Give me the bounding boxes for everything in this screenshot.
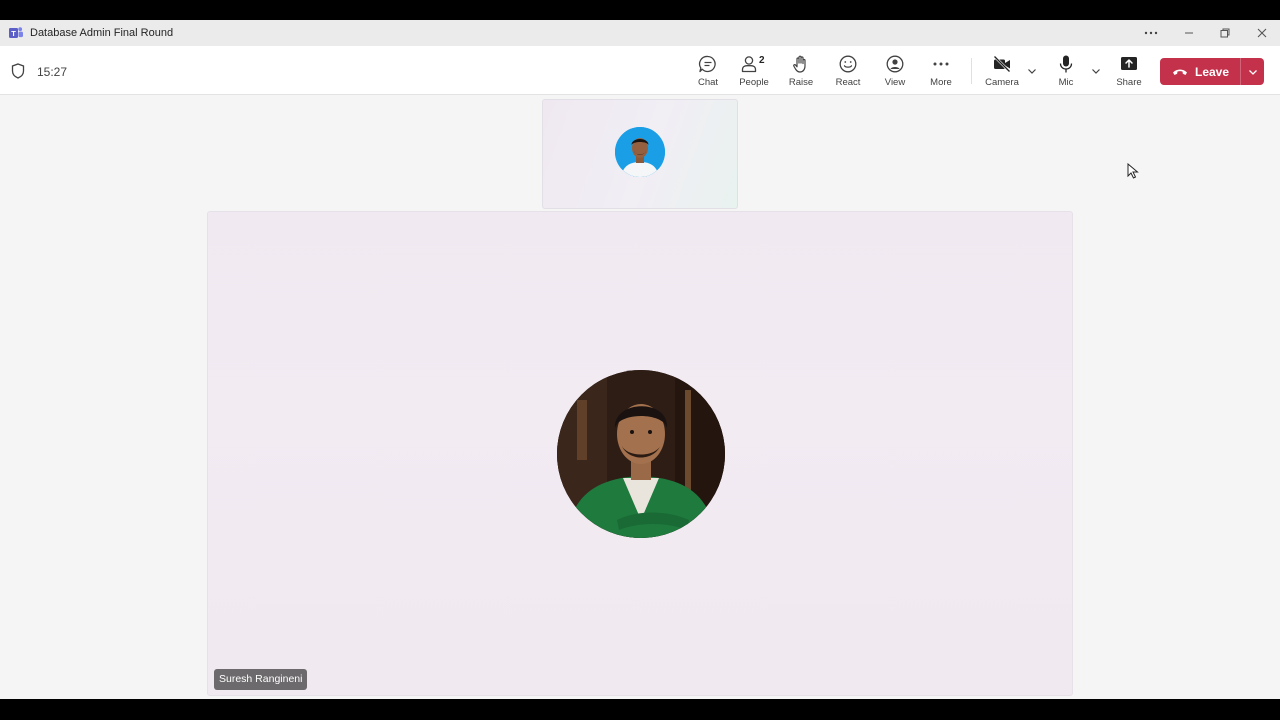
profile-photo-image	[557, 370, 725, 538]
chat-label: Chat	[697, 77, 719, 88]
react-label: React	[835, 77, 861, 88]
meeting-timer: 15:27	[37, 65, 68, 79]
meeting-toolbar: 15:27 Chat 2 People Raise React View Mor…	[0, 46, 1280, 95]
chat-button[interactable]: Chat	[686, 54, 730, 90]
ellipsis-icon	[1144, 31, 1158, 35]
window-title: Database Admin Final Round	[30, 27, 174, 39]
participant-name-tag: Suresh Rangineni	[214, 669, 308, 690]
close-window-button[interactable]	[1244, 20, 1280, 46]
more-button[interactable]: More	[919, 54, 963, 90]
share-label: Share	[1116, 77, 1142, 88]
mic-toggle-button[interactable]: Mic	[1044, 54, 1088, 90]
toolbar-divider	[971, 58, 972, 84]
leave-button[interactable]: Leave	[1160, 58, 1264, 85]
people-count-badge: 2	[759, 55, 765, 66]
minimize-button[interactable]	[1171, 20, 1207, 46]
leave-label: Leave	[1195, 64, 1230, 79]
shield-icon	[11, 63, 25, 79]
leave-options-button[interactable]	[1241, 66, 1264, 78]
camera-label: Camera	[985, 77, 1019, 88]
participant-avatar-main	[557, 370, 725, 538]
participant-tile-small[interactable]	[542, 99, 738, 209]
profile-photo-image	[615, 127, 665, 177]
hang-up-phone-icon	[1173, 69, 1187, 75]
share-screen-icon	[1121, 57, 1137, 70]
raise-hand-button[interactable]: Raise	[779, 54, 823, 90]
chat-icon	[698, 55, 716, 73]
letterbox-bottom	[0, 699, 1280, 720]
title-bar: T Database Admin Final Round	[0, 20, 1280, 46]
teams-logo-icon: T	[9, 27, 23, 38]
mouse-cursor-icon	[1127, 163, 1139, 179]
more-ellipsis-icon	[933, 62, 949, 66]
participant-tile-main[interactable]: Suresh Rangineni	[207, 211, 1073, 696]
share-button[interactable]: Share	[1107, 54, 1151, 90]
people-label: People	[739, 77, 769, 88]
chevron-down-icon	[1248, 69, 1257, 75]
view-button[interactable]: View	[873, 54, 917, 90]
view-person-icon	[886, 55, 904, 73]
mic-label: Mic	[1058, 77, 1074, 88]
microphone-icon	[1059, 55, 1073, 73]
svg-text:T: T	[11, 29, 16, 38]
title-more-options-button[interactable]	[1133, 20, 1169, 46]
react-button[interactable]: React	[826, 54, 870, 90]
teams-meeting-window: T Database Admin Final Round 15:27 Chat …	[0, 20, 1280, 699]
letterbox-top	[0, 0, 1280, 20]
restore-button[interactable]	[1207, 20, 1243, 46]
close-icon	[1257, 28, 1267, 38]
smiley-icon	[839, 55, 857, 73]
leave-main-action[interactable]: Leave	[1160, 58, 1240, 85]
more-label: More	[930, 77, 952, 88]
people-icon	[741, 56, 757, 73]
mic-options-chevron-icon[interactable]	[1090, 65, 1102, 77]
camera-off-icon	[993, 55, 1011, 73]
camera-toggle-button[interactable]: Camera	[980, 54, 1024, 90]
people-button[interactable]: 2 People	[732, 54, 776, 90]
participant-avatar-small	[615, 127, 665, 177]
raise-hand-icon	[793, 55, 806, 73]
camera-options-chevron-icon[interactable]	[1026, 65, 1038, 77]
view-label: View	[884, 77, 906, 88]
raise-label: Raise	[788, 77, 814, 88]
minimize-icon	[1185, 32, 1193, 34]
restore-icon	[1220, 28, 1230, 38]
